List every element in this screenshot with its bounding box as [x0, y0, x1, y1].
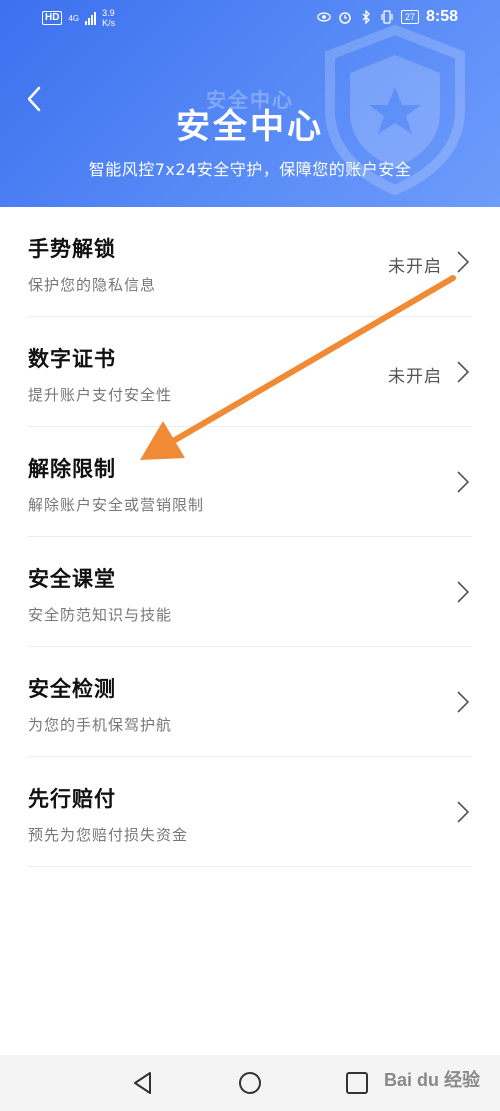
network-speed: 3.9 K/s [102, 8, 116, 28]
list-item-security-class[interactable]: 安全课堂 安全防范知识与技能 [28, 537, 472, 647]
page-title: 安全中心 [176, 107, 324, 147]
item-title: 先行赔付 [28, 787, 116, 811]
network-type: 4G [68, 13, 80, 23]
hd-badge: HD [42, 11, 63, 25]
chevron-right-icon [457, 581, 470, 603]
chevron-right-icon [457, 801, 470, 823]
settings-list: 手势解锁 保护您的隐私信息 未开启 数字证书 提升账户支付安全性 未开启 解除限… [0, 207, 500, 867]
item-status: 未开启 [388, 367, 442, 387]
chevron-right-icon [457, 361, 470, 383]
chevron-right-icon [457, 471, 470, 493]
item-description: 预先为您赔付损失资金 [28, 826, 189, 844]
item-title: 数字证书 [28, 347, 116, 371]
list-item-advance-compensation[interactable]: 先行赔付 预先为您赔付损失资金 [28, 757, 472, 867]
chevron-right-icon [457, 251, 470, 273]
item-description: 解除账户安全或营销限制 [28, 496, 205, 514]
signal-icon [85, 11, 97, 25]
list-item-remove-restriction[interactable]: 解除限制 解除账户安全或营销限制 [28, 427, 472, 537]
vibrate-icon [380, 10, 394, 24]
nav-home-icon[interactable] [237, 1070, 263, 1096]
item-description: 安全防范知识与技能 [28, 606, 173, 624]
alarm-icon [338, 10, 352, 24]
status-bar: HD 4G 3.9 K/s 27 8:58 [0, 0, 500, 36]
nav-recents-icon[interactable] [344, 1070, 370, 1096]
item-description: 为您的手机保驾护航 [28, 716, 173, 734]
item-title: 手势解锁 [28, 237, 116, 261]
list-item-digital-certificate[interactable]: 数字证书 提升账户支付安全性 未开启 [28, 317, 472, 427]
item-title: 安全检测 [28, 677, 116, 701]
eye-icon [317, 10, 331, 24]
page-subtitle: 智能风控7x24安全守护，保障您的账户安全 [88, 160, 412, 179]
list-item-gesture-unlock[interactable]: 手势解锁 保护您的隐私信息 未开启 [28, 207, 472, 317]
chevron-right-icon [457, 691, 470, 713]
item-description: 提升账户支付安全性 [28, 386, 173, 404]
clock: 8:58 [425, 8, 458, 25]
list-item-security-check[interactable]: 安全检测 为您的手机保驾护航 [28, 647, 472, 757]
bluetooth-icon [359, 10, 373, 24]
battery-icon: 27 [400, 10, 419, 24]
item-title: 解除限制 [28, 457, 116, 481]
header: HD 4G 3.9 K/s 27 8:58 安全中心 安全中心 智能风控7x24… [0, 0, 500, 207]
item-title: 安全课堂 [28, 567, 116, 591]
nav-back-icon[interactable] [130, 1070, 156, 1096]
item-description: 保护您的隐私信息 [28, 276, 157, 294]
item-status: 未开启 [388, 257, 442, 277]
watermark: Bai du 经验 [383, 1070, 480, 1090]
